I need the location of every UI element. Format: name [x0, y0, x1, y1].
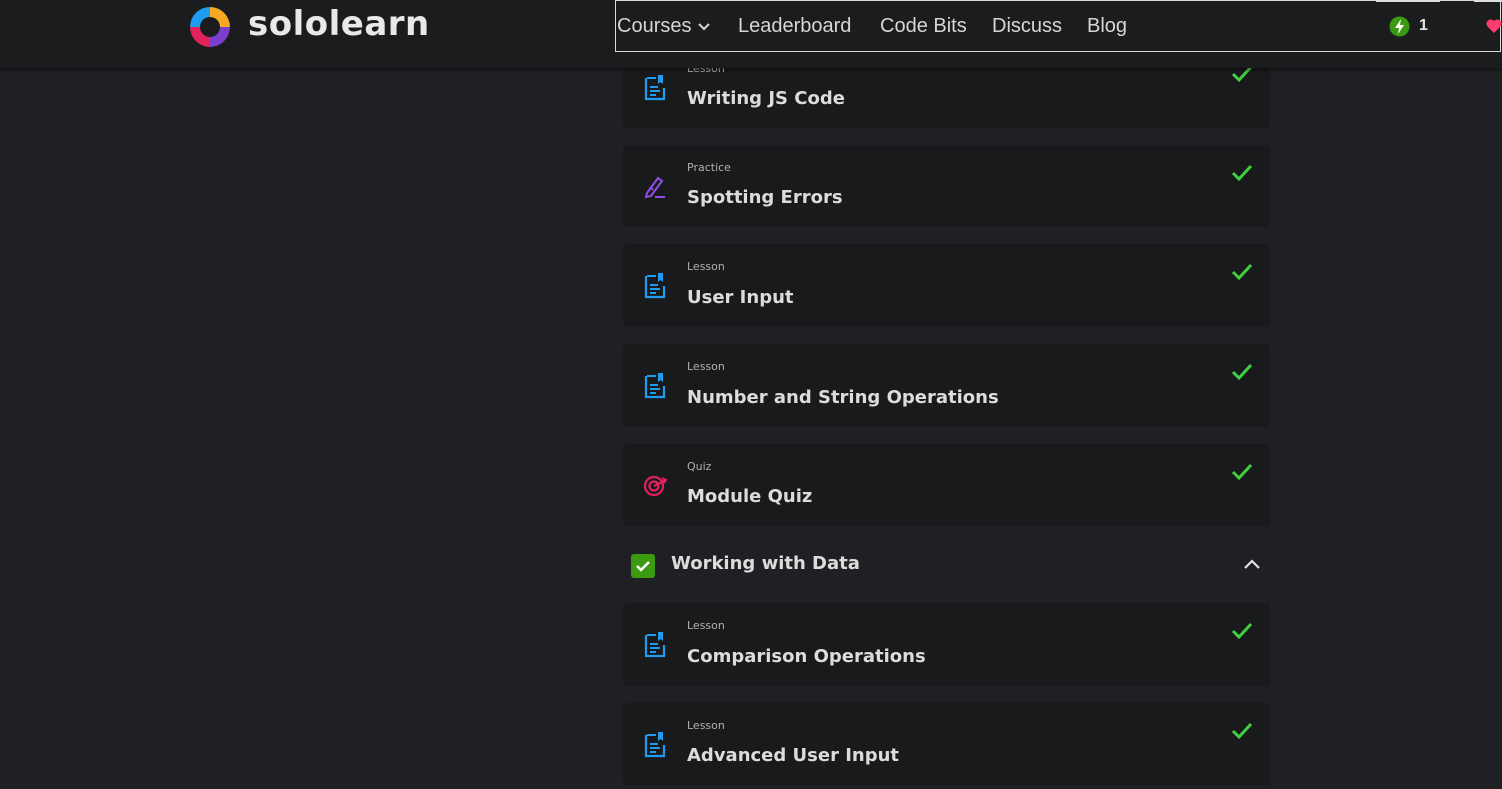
lesson-icon	[644, 632, 666, 658]
check-icon	[1231, 722, 1253, 740]
nav-courses[interactable]: Courses	[617, 0, 711, 52]
streak-count[interactable]: 1	[1419, 0, 1428, 52]
check-icon	[1231, 164, 1253, 182]
check-icon	[1231, 363, 1253, 381]
lesson-type: Practice	[687, 161, 731, 174]
practice-icon	[644, 176, 665, 199]
nav-discuss[interactable]: Discuss	[992, 0, 1062, 52]
lesson-type: Lesson	[687, 619, 725, 632]
module-header[interactable]: Working with Data	[623, 545, 1270, 585]
lesson-card[interactable]: Lesson Advanced User Input	[623, 703, 1270, 785]
module-complete-checkbox	[631, 554, 655, 578]
lesson-title: Module Quiz	[687, 486, 813, 507]
lesson-title: Writing JS Code	[687, 88, 845, 109]
lesson-title: Spotting Errors	[687, 187, 843, 208]
lesson-icon	[644, 273, 666, 299]
lesson-card[interactable]: Lesson Comparison Operations	[623, 603, 1270, 686]
module-title: Working with Data	[671, 553, 860, 574]
check-icon	[1231, 463, 1253, 481]
nav-blog[interactable]: Blog	[1087, 0, 1127, 52]
brand-name[interactable]: sololearn	[248, 0, 430, 48]
lesson-type: Lesson	[687, 260, 725, 273]
lesson-icon	[644, 732, 666, 758]
check-icon	[1231, 622, 1253, 640]
lightning-icon[interactable]	[1389, 16, 1410, 37]
divider	[1474, 0, 1502, 2]
lesson-type: Quiz	[687, 460, 712, 473]
lesson-card[interactable]: Lesson Number and String Operations	[623, 344, 1270, 427]
lesson-icon	[644, 373, 666, 399]
lesson-title: User Input	[687, 287, 794, 308]
lesson-type: Lesson	[687, 360, 725, 373]
quiz-icon	[643, 475, 667, 497]
lesson-title: Comparison Operations	[687, 646, 926, 667]
lesson-type: Lesson	[687, 719, 725, 732]
lesson-icon	[644, 75, 666, 101]
check-icon	[636, 561, 650, 572]
heart-icon[interactable]	[1486, 18, 1502, 34]
nav-courses-label: Courses	[617, 15, 692, 37]
practice-card[interactable]: Practice Spotting Errors	[623, 145, 1270, 227]
divider	[1376, 0, 1440, 2]
nav-code-bits[interactable]: Code Bits	[880, 0, 967, 52]
nav-leaderboard[interactable]: Leaderboard	[738, 0, 851, 52]
chevron-up-icon[interactable]	[1242, 557, 1262, 571]
check-icon	[1231, 263, 1253, 281]
lesson-title: Number and String Operations	[687, 387, 999, 408]
lesson-title: Advanced User Input	[687, 745, 900, 766]
sololearn-logo[interactable]	[186, 3, 234, 51]
top-header: sololearn Courses Leaderboard Code Bits …	[0, 0, 1502, 68]
quiz-card[interactable]: Quiz Module Quiz	[623, 444, 1270, 526]
chevron-down-icon	[698, 23, 711, 31]
lesson-card[interactable]: Lesson User Input	[623, 244, 1270, 327]
